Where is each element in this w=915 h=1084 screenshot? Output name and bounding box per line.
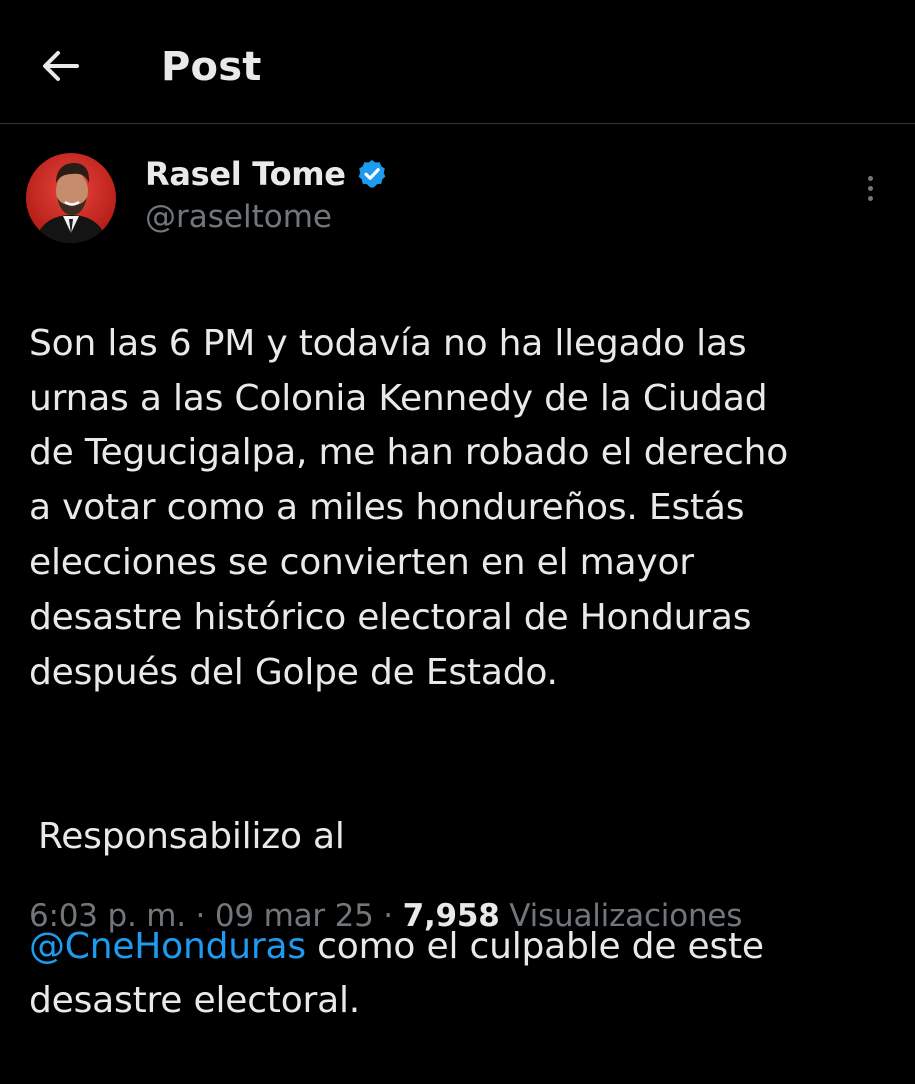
more-vertical-icon (867, 195, 873, 201)
top-bar: Post (0, 0, 915, 124)
author-display-name[interactable]: Rasel Tome (145, 155, 346, 193)
verified-badge-icon (356, 158, 388, 190)
more-vertical-icon (867, 175, 873, 181)
views-count[interactable]: 7,958 (403, 898, 500, 934)
avatar[interactable] (26, 153, 116, 243)
post-line: urnas a las Colonia Kennedy de la Ciudad (29, 377, 768, 419)
more-vertical-icon (867, 185, 873, 191)
post-line: Son las 6 PM y todavía no ha llegado las (29, 322, 747, 364)
avatar-photo (26, 153, 116, 243)
separator: · (185, 898, 215, 934)
post-line: después del Golpe de Estado. (29, 651, 558, 693)
arrow-left-icon (43, 51, 79, 81)
post-line: a votar como a miles hondureños. Estás (29, 487, 745, 529)
more-options-button[interactable] (852, 168, 888, 208)
post-paragraph-1: Son las 6 PM y todavía no ha llegado las… (29, 317, 899, 701)
author-name-row[interactable]: Rasel Tome (145, 153, 388, 195)
author-handle[interactable]: @raseltome (145, 197, 332, 237)
post-paragraph-2: Responsabilizo al (29, 810, 899, 865)
post-line: desastre electoral. (29, 980, 361, 1022)
page-title: Post (161, 44, 262, 90)
post-line: Responsabilizo al (38, 815, 345, 857)
post-time[interactable]: 6:03 p. m. (29, 898, 186, 934)
post-line: elecciones se convierten en el mayor (29, 541, 694, 583)
post-text: Son las 6 PM y todavía no ha llegado las… (29, 262, 899, 1084)
separator: · (373, 898, 403, 934)
post-line: de Tegucigalpa, me han robado el derecho (29, 432, 789, 474)
post-line: desastre histórico electoral de Honduras (29, 596, 752, 638)
post-date[interactable]: 09 mar 25 (215, 898, 374, 934)
views-label: Visualizaciones (499, 898, 743, 934)
post-metadata: 6:03 p. m. · 09 mar 25 · 7,958 Visualiza… (29, 893, 742, 939)
back-button[interactable] (30, 38, 90, 94)
